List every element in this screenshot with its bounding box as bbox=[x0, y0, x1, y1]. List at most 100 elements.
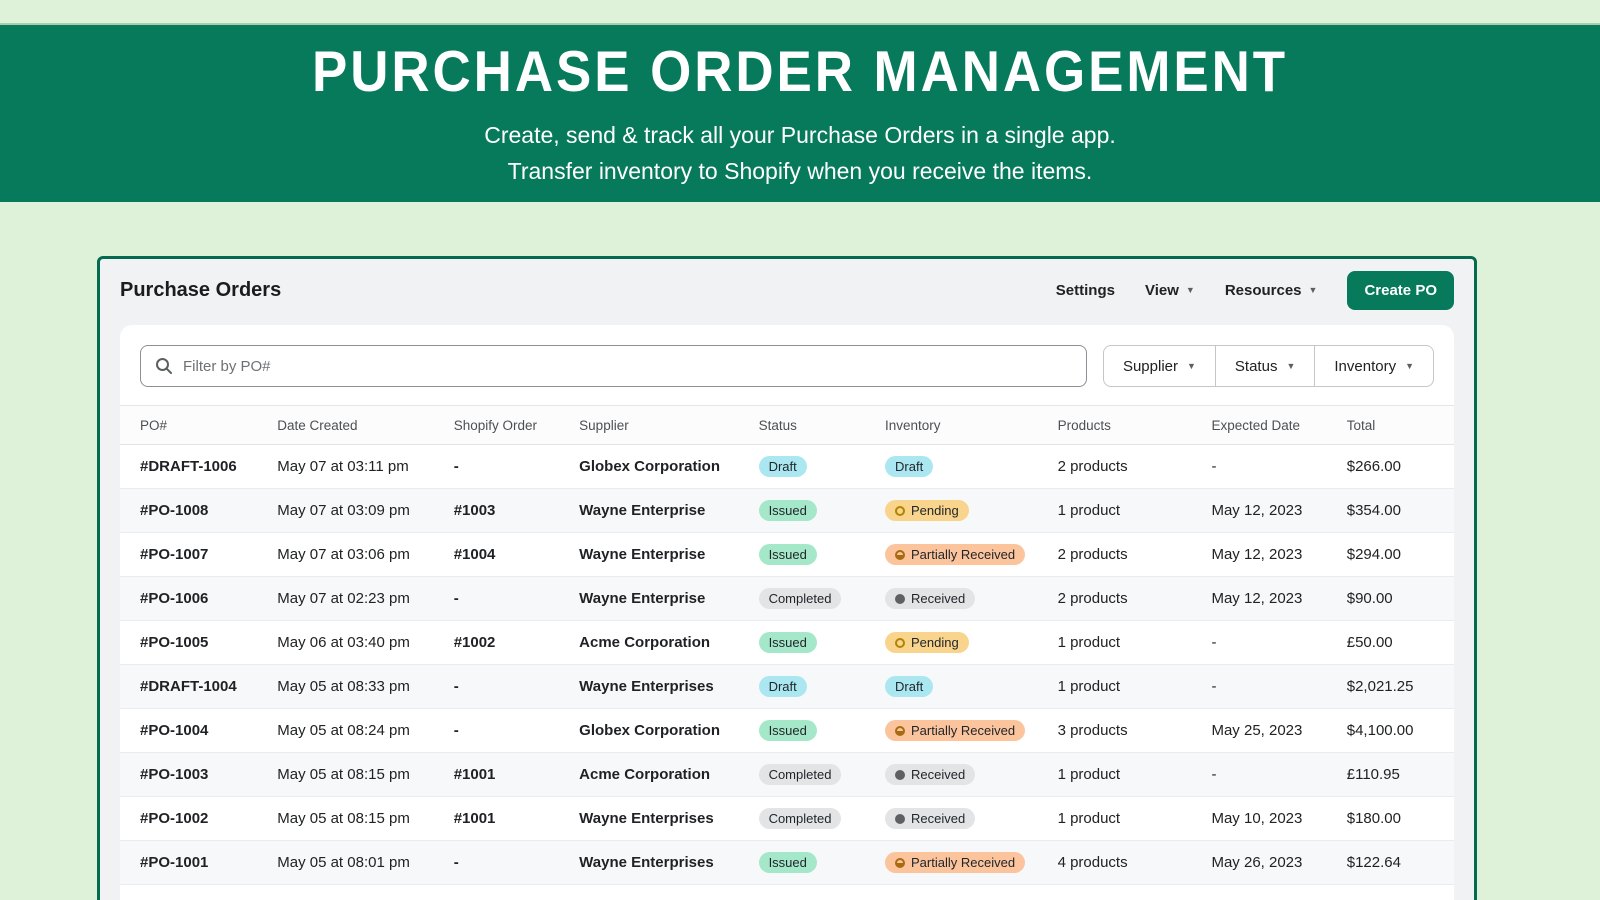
cell-inventory: Partially Received bbox=[885, 544, 1058, 565]
column-header-inventory: Inventory bbox=[885, 418, 1058, 433]
inventory-badge: Received bbox=[885, 764, 975, 785]
cell-status: Draft bbox=[759, 676, 885, 697]
status-badge-label: Issued bbox=[769, 723, 807, 738]
view-dropdown[interactable]: View ▼ bbox=[1145, 282, 1195, 299]
cell-total: $294.00 bbox=[1347, 546, 1434, 563]
cell-status: Completed bbox=[759, 588, 885, 609]
cell-products: 4 products bbox=[1058, 854, 1212, 871]
status-badge: Completed bbox=[759, 808, 842, 829]
search-input[interactable] bbox=[183, 358, 1073, 375]
create-po-button[interactable]: Create PO bbox=[1347, 271, 1454, 310]
table-row[interactable]: #DRAFT-1004May 05 at 08:33 pm-Wayne Ente… bbox=[120, 665, 1454, 709]
cell-expected: May 12, 2023 bbox=[1211, 546, 1346, 563]
cell-products: 3 products bbox=[1058, 722, 1212, 739]
cell-expected: May 12, 2023 bbox=[1211, 502, 1346, 519]
status-badge-label: Completed bbox=[769, 811, 832, 826]
table-row[interactable]: #PO-1001May 05 at 08:01 pm-Wayne Enterpr… bbox=[120, 841, 1454, 885]
settings-link[interactable]: Settings bbox=[1056, 282, 1115, 299]
cell-status: Issued bbox=[759, 632, 885, 653]
status-badge: Issued bbox=[759, 632, 817, 653]
cell-po: #PO-1002 bbox=[140, 810, 277, 827]
cell-date: May 07 at 03:09 pm bbox=[277, 502, 453, 519]
hero-subtitle: Create, send & track all your Purchase O… bbox=[484, 117, 1116, 189]
search-box[interactable] bbox=[140, 345, 1087, 387]
page-title: Purchase Orders bbox=[120, 279, 281, 302]
status-badge-label: Issued bbox=[769, 635, 807, 650]
inventory-badge: Draft bbox=[885, 456, 933, 477]
status-badge-label: Issued bbox=[769, 547, 807, 562]
cell-date: May 05 at 08:24 pm bbox=[277, 722, 453, 739]
cell-shopify-order: - bbox=[454, 722, 579, 739]
status-badge: Draft bbox=[759, 456, 807, 477]
cell-status: Issued bbox=[759, 720, 885, 741]
inventory-badge-label: Received bbox=[911, 767, 965, 782]
table-row[interactable]: #PO-1006May 07 at 02:23 pm-Wayne Enterpr… bbox=[120, 577, 1454, 621]
table-row[interactable]: #PO-1007May 07 at 03:06 pm#1004Wayne Ent… bbox=[120, 533, 1454, 577]
settings-label: Settings bbox=[1056, 282, 1115, 299]
cell-expected: - bbox=[1211, 678, 1346, 695]
partially-received-half-icon bbox=[895, 858, 905, 868]
pending-ring-icon bbox=[895, 638, 905, 648]
cell-supplier: Wayne Enterprise bbox=[579, 546, 758, 563]
inventory-badge-label: Partially Received bbox=[911, 723, 1015, 738]
column-header-expected-date: Expected Date bbox=[1211, 418, 1346, 433]
supplier-filter-dropdown[interactable]: Supplier ▼ bbox=[1103, 345, 1216, 387]
chevron-down-icon: ▼ bbox=[1309, 285, 1318, 295]
card-nav: Settings View ▼ Resources ▼ Create PO bbox=[1056, 271, 1454, 310]
cell-total: $2,021.25 bbox=[1347, 678, 1434, 695]
cell-total: $266.00 bbox=[1347, 458, 1434, 475]
filter-dropdown-group: Supplier ▼ Status ▼ Inventory ▼ bbox=[1103, 345, 1434, 387]
pending-ring-icon bbox=[895, 506, 905, 516]
cell-status: Completed bbox=[759, 764, 885, 785]
inventory-badge: Pending bbox=[885, 500, 969, 521]
status-badge: Issued bbox=[759, 544, 817, 565]
cell-shopify-order: #1003 bbox=[454, 502, 579, 519]
cell-products: 1 product bbox=[1058, 810, 1212, 827]
cell-shopify-order: - bbox=[454, 590, 579, 607]
cell-inventory: Partially Received bbox=[885, 852, 1058, 873]
cell-date: May 06 at 03:40 pm bbox=[277, 634, 453, 651]
hero-subtitle-line1: Create, send & track all your Purchase O… bbox=[484, 117, 1116, 153]
cell-expected: May 25, 2023 bbox=[1211, 722, 1346, 739]
table-row[interactable]: #PO-1004May 05 at 08:24 pm-Globex Corpor… bbox=[120, 709, 1454, 753]
cell-total: $122.64 bbox=[1347, 854, 1434, 871]
cell-date: May 07 at 03:06 pm bbox=[277, 546, 453, 563]
supplier-filter-label: Supplier bbox=[1123, 358, 1178, 375]
cell-products: 1 product bbox=[1058, 766, 1212, 783]
cell-expected: May 10, 2023 bbox=[1211, 810, 1346, 827]
status-badge-label: Draft bbox=[769, 459, 797, 474]
table-row[interactable]: #PO-1008May 07 at 03:09 pm#1003Wayne Ent… bbox=[120, 489, 1454, 533]
status-filter-dropdown[interactable]: Status ▼ bbox=[1215, 345, 1315, 387]
column-header-total: Total bbox=[1347, 418, 1434, 433]
cell-po: #PO-1004 bbox=[140, 722, 277, 739]
cell-inventory: Received bbox=[885, 764, 1058, 785]
cell-po: #PO-1007 bbox=[140, 546, 277, 563]
cell-po: #PO-1008 bbox=[140, 502, 277, 519]
inventory-filter-dropdown[interactable]: Inventory ▼ bbox=[1314, 345, 1434, 387]
cell-date: May 07 at 02:23 pm bbox=[277, 590, 453, 607]
resources-dropdown[interactable]: Resources ▼ bbox=[1225, 282, 1318, 299]
status-badge-label: Completed bbox=[769, 591, 832, 606]
view-label: View bbox=[1145, 282, 1179, 299]
status-badge: Issued bbox=[759, 500, 817, 521]
cell-status: Completed bbox=[759, 808, 885, 829]
cell-inventory: Received bbox=[885, 588, 1058, 609]
cell-products: 1 product bbox=[1058, 502, 1212, 519]
cell-status: Issued bbox=[759, 500, 885, 521]
cell-po: #PO-1005 bbox=[140, 634, 277, 651]
table-row[interactable]: #PO-1005May 06 at 03:40 pm#1002Acme Corp… bbox=[120, 621, 1454, 665]
table-row[interactable]: #DRAFT-1006May 07 at 03:11 pm-Globex Cor… bbox=[120, 445, 1454, 489]
received-dot-icon bbox=[895, 770, 905, 780]
table-row[interactable]: #PO-1002May 05 at 08:15 pm#1001Wayne Ent… bbox=[120, 797, 1454, 841]
received-dot-icon bbox=[895, 594, 905, 604]
cell-supplier: Globex Corporation bbox=[579, 458, 758, 475]
cell-inventory: Draft bbox=[885, 676, 1058, 697]
inventory-badge: Partially Received bbox=[885, 544, 1025, 565]
received-dot-icon bbox=[895, 814, 905, 824]
cell-shopify-order: - bbox=[454, 854, 579, 871]
cell-supplier: Acme Corporation bbox=[579, 766, 758, 783]
hero-title: PURCHASE ORDER MANAGEMENT bbox=[312, 39, 1288, 105]
status-badge: Completed bbox=[759, 588, 842, 609]
table-row[interactable]: #PO-1003May 05 at 08:15 pm#1001Acme Corp… bbox=[120, 753, 1454, 797]
chevron-down-icon: ▼ bbox=[1405, 361, 1414, 371]
